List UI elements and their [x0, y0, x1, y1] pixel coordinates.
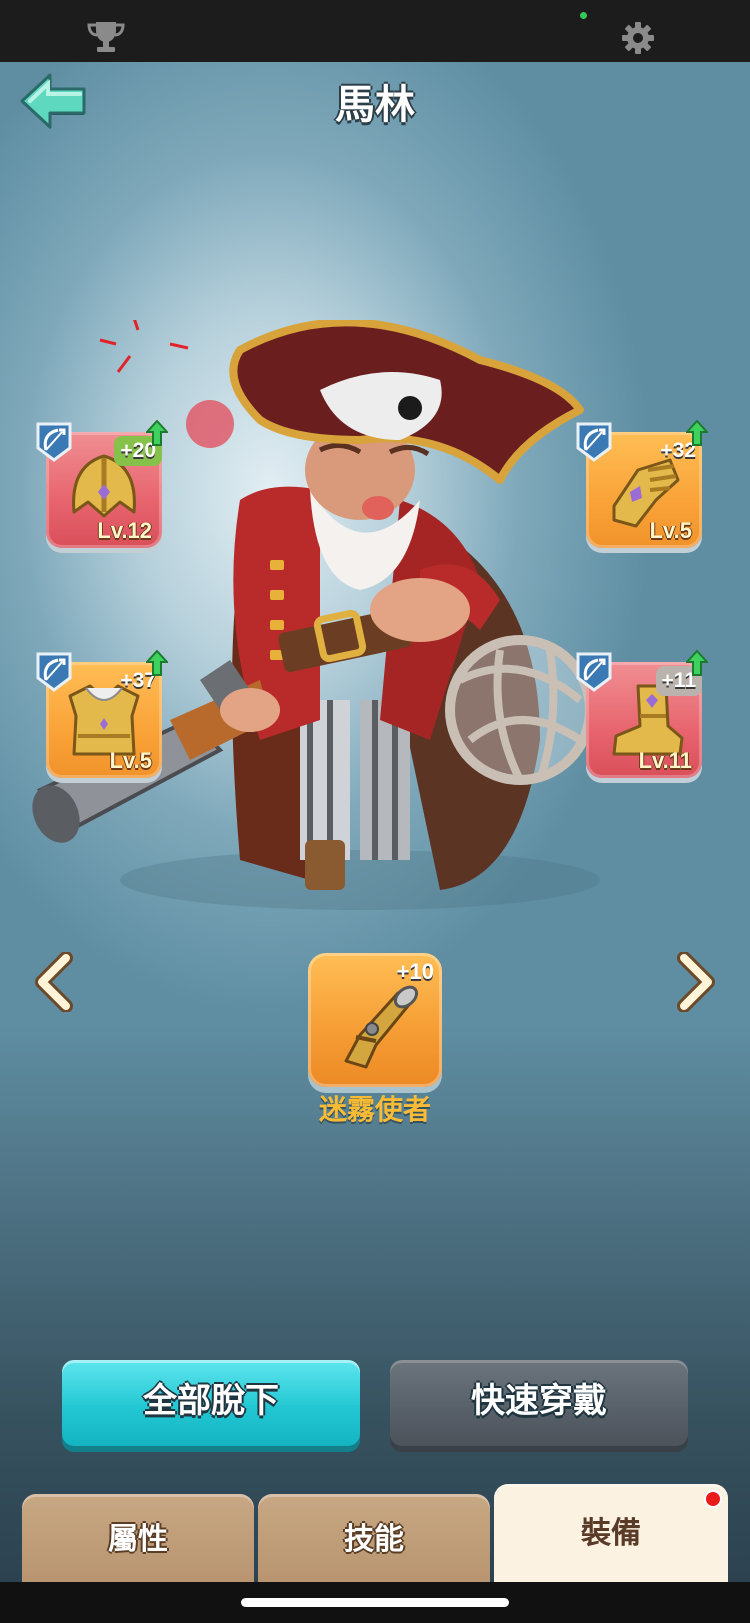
flintlock-pistol-icon — [344, 985, 419, 1069]
helmet-slot[interactable]: +20 Lv.12 — [36, 420, 168, 548]
boots-slot[interactable]: +11 Lv.11 — [576, 650, 708, 778]
weapon-slot[interactable]: +10 — [308, 953, 442, 1087]
home-bar — [0, 1582, 750, 1623]
slot-level: Lv.5 — [109, 748, 152, 773]
pirate-hero-character[interactable] — [20, 320, 640, 920]
hero-name-title: 馬林 — [335, 82, 415, 128]
slot-level: Lv.5 — [649, 518, 692, 543]
spark-effect — [99, 320, 189, 373]
gloves-slot[interactable]: +32 Lv.5 — [576, 420, 708, 548]
upgrade-arrow-icon — [146, 420, 168, 446]
top-bar — [0, 0, 750, 62]
armor-slot[interactable]: +37 Lv.5 — [36, 650, 168, 778]
unequip-all-button[interactable]: 全部脫下 — [62, 1360, 360, 1446]
trophy-icon[interactable] — [86, 20, 126, 54]
gear-icon[interactable] — [620, 20, 656, 56]
tab-attributes[interactable]: 屬性 — [22, 1494, 254, 1582]
notification-dot — [704, 1490, 722, 1508]
upgrade-arrow-icon — [686, 420, 708, 446]
quick-equip-button[interactable]: 快速穿戴 — [390, 1360, 688, 1446]
tab-skills[interactable]: 技能 — [258, 1494, 490, 1582]
tab-equipment-label: 裝備 — [581, 1516, 641, 1551]
previous-hero-arrow[interactable] — [32, 952, 76, 1012]
slot-level: Lv.11 — [638, 748, 692, 773]
upgrade-arrow-icon — [686, 650, 708, 676]
status-dot — [580, 12, 587, 19]
tab-equipment[interactable]: 裝備 — [494, 1484, 728, 1582]
upgrade-arrow-icon — [146, 650, 168, 676]
weapon-bonus: +10 — [396, 959, 434, 984]
bottom-tab-bar: 屬性 技能 裝備 — [0, 1484, 750, 1582]
next-hero-arrow[interactable] — [674, 952, 718, 1012]
slot-level: Lv.12 — [97, 518, 152, 543]
weapon-name-label: 迷霧使者 — [318, 1093, 431, 1126]
home-indicator[interactable] — [241, 1598, 509, 1607]
